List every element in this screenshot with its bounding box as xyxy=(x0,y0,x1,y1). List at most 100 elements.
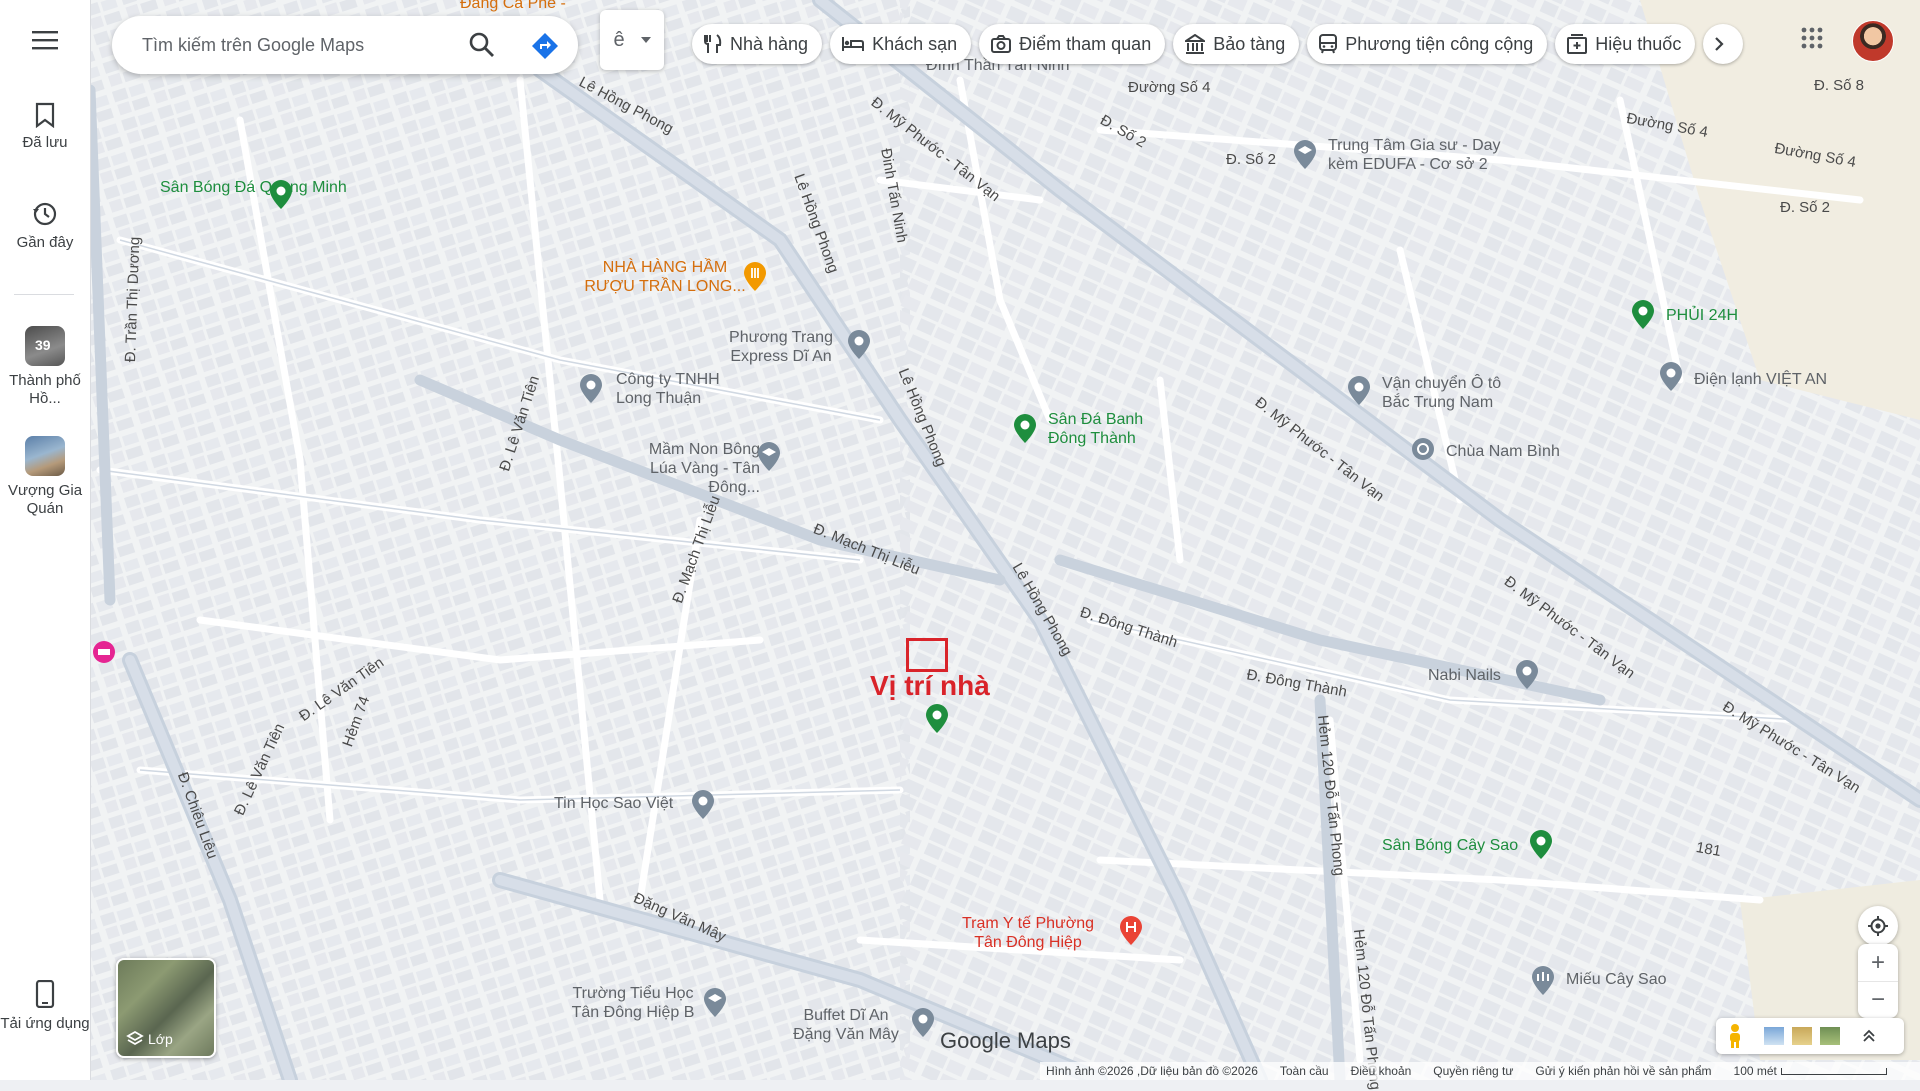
place-label[interactable]: PHỦI 24H xyxy=(1666,306,1738,325)
place-pin[interactable] xyxy=(1658,362,1684,392)
account-avatar[interactable] xyxy=(1852,20,1894,62)
attribution-text: Hình ảnh ©2026 ,Dữ liệu bản đồ ©2026 xyxy=(1046,1064,1258,1078)
place-label[interactable]: Điện lạnh VIỆT AN xyxy=(1694,370,1827,389)
chip-museums[interactable]: Bảo tàng xyxy=(1173,24,1300,64)
park-pin[interactable] xyxy=(268,180,294,210)
zoom-out-button[interactable]: − xyxy=(1858,982,1898,1018)
imagery-thumb-1[interactable] xyxy=(1764,1027,1784,1045)
road-label: Đường Số 4 xyxy=(1128,79,1211,96)
hospital-pin[interactable] xyxy=(1118,916,1144,946)
temple-pin[interactable] xyxy=(1410,436,1436,462)
feedback-link[interactable]: Gửi ý kiến phản hồi về sản phẩm xyxy=(1535,1064,1711,1078)
place-label[interactable]: Chùa Nam Bình xyxy=(1446,442,1560,461)
school-pin[interactable] xyxy=(702,988,728,1018)
school-pin-icon xyxy=(758,442,780,471)
chip-pharmacies[interactable]: Hiệu thuốc xyxy=(1555,24,1696,64)
recent-place-2[interactable]: Vượng Gia Quán xyxy=(0,436,90,518)
hotel-icon xyxy=(842,37,865,51)
search-icon[interactable] xyxy=(468,31,496,64)
school-pin[interactable] xyxy=(756,442,782,472)
recent-place-1[interactable]: 39 Thành phố Hồ... xyxy=(0,326,90,408)
place-pin-icon xyxy=(848,330,870,359)
chip-hotels[interactable]: Khách sạn xyxy=(830,24,972,64)
place-pin[interactable] xyxy=(924,704,950,734)
place-label[interactable]: Đang Cà Phê - xyxy=(460,0,566,13)
restaurant-icon xyxy=(704,34,722,53)
place-pin-icon xyxy=(912,1008,934,1037)
park-pin[interactable] xyxy=(1528,830,1554,860)
menu-button[interactable] xyxy=(0,30,90,56)
input-language-value: ê xyxy=(613,28,625,51)
restaurant-pin-icon xyxy=(744,262,766,291)
chevron-up-icon[interactable] xyxy=(1862,1029,1876,1043)
restaurant-pin[interactable] xyxy=(742,262,768,292)
layers-button[interactable]: Lớp xyxy=(116,958,216,1058)
place-label[interactable]: Phương Trang Express Dĩ An xyxy=(726,328,836,366)
hotel-pin[interactable] xyxy=(92,640,116,664)
scale-label: 100 mét xyxy=(1733,1064,1777,1078)
directions-icon[interactable] xyxy=(530,31,560,66)
place-pin[interactable] xyxy=(846,330,872,360)
zoom-in-button[interactable]: + xyxy=(1858,945,1898,982)
place-label[interactable]: Trung Tâm Gia sư - Day kèm EDUFA - Cơ sở… xyxy=(1328,136,1518,174)
imagery-thumb-2[interactable] xyxy=(1792,1027,1812,1045)
imagery-thumb-3[interactable] xyxy=(1820,1027,1840,1045)
hamburger-menu-icon xyxy=(32,31,58,50)
place-thumbnail xyxy=(25,436,65,476)
place-pin[interactable] xyxy=(910,1008,936,1038)
input-language-select[interactable]: ê xyxy=(600,10,664,70)
place-label[interactable]: Tin Học Sao Việt xyxy=(554,794,673,813)
pegman-icon[interactable] xyxy=(1726,1023,1744,1049)
global-link[interactable]: Toàn cầu xyxy=(1280,1064,1329,1078)
scale-indicator[interactable]: 100 mét xyxy=(1734,1064,1887,1078)
chip-restaurants[interactable]: Nhà hàng xyxy=(692,24,823,64)
place-pin[interactable] xyxy=(1346,376,1372,406)
place-label[interactable]: Mầm Non Bông Lúa Vàng - Tân Đông... xyxy=(630,440,760,497)
phone-icon xyxy=(35,980,55,1008)
place-pin-icon xyxy=(1660,362,1682,391)
google-maps-logo: Google Maps xyxy=(940,1028,1071,1053)
my-location-button[interactable] xyxy=(1858,906,1898,946)
house-marker-box xyxy=(906,638,948,672)
place-pin[interactable] xyxy=(690,790,716,820)
place-label[interactable]: Công ty TNHH Long Thuận xyxy=(616,370,736,408)
chips-next-button[interactable] xyxy=(1703,24,1744,64)
recent-button[interactable]: Gần đây xyxy=(0,200,90,251)
shrine-pin-icon xyxy=(1532,966,1554,995)
search-input[interactable] xyxy=(140,33,464,57)
place-pin[interactable] xyxy=(1514,660,1540,690)
chip-transit[interactable]: Phương tiện công cộng xyxy=(1307,24,1548,64)
privacy-link[interactable]: Quyền riêng tư xyxy=(1433,1064,1513,1078)
place-pin[interactable] xyxy=(578,374,604,404)
place-label[interactable]: Vận chuyển Ô tô Bắc Trung Nam xyxy=(1382,374,1512,412)
place-label[interactable]: Sân Bóng Cây Sao xyxy=(1382,836,1518,855)
park-pin[interactable] xyxy=(1630,300,1656,330)
saved-button[interactable]: Đã lưu xyxy=(0,102,90,151)
road-label: Đ. Số 8 xyxy=(1814,77,1865,94)
place-label[interactable]: Miếu Cây Sao xyxy=(1566,970,1667,989)
shrine-pin[interactable] xyxy=(1530,966,1556,996)
apps-grid-icon xyxy=(1801,27,1823,49)
place-label[interactable]: Buffet Dĩ An Đặng Văn Mây xyxy=(786,1006,906,1044)
google-apps-button[interactable] xyxy=(1800,26,1824,55)
place-label[interactable]: NHÀ HÀNG HẦM RƯỢU TRẦN LONG... xyxy=(580,258,750,296)
chip-label: Điểm tham quan xyxy=(1019,33,1152,54)
search-box xyxy=(112,16,578,74)
my-location-icon xyxy=(1868,916,1888,936)
chevron-down-icon xyxy=(640,37,651,43)
park-pin[interactable] xyxy=(1012,414,1038,444)
place-label[interactable]: Trạm Y tế Phường Tân Đông Hiệp xyxy=(960,914,1096,952)
chip-attractions[interactable]: Điểm tham quan xyxy=(979,24,1166,64)
place-label[interactable]: Sân Bóng Đá Quang Minh xyxy=(160,178,347,197)
get-app-label: Tải ứng dụng xyxy=(0,1015,90,1032)
get-app-button[interactable]: Tải ứng dụng xyxy=(0,980,90,1033)
temple-pin-icon xyxy=(1412,438,1434,460)
terms-link[interactable]: Điều khoản xyxy=(1351,1064,1412,1078)
school-pin[interactable] xyxy=(1292,140,1318,170)
school-pin-icon xyxy=(1294,140,1316,169)
history-icon xyxy=(33,202,57,226)
place-label[interactable]: Sân Đá Banh Đông Thành xyxy=(1048,410,1178,448)
place-label[interactable]: Nabi Nails xyxy=(1428,666,1501,685)
place-label[interactable]: Trường Tiểu Học Tân Đông Hiệp B xyxy=(560,984,706,1022)
saved-label: Đã lưu xyxy=(22,134,68,151)
